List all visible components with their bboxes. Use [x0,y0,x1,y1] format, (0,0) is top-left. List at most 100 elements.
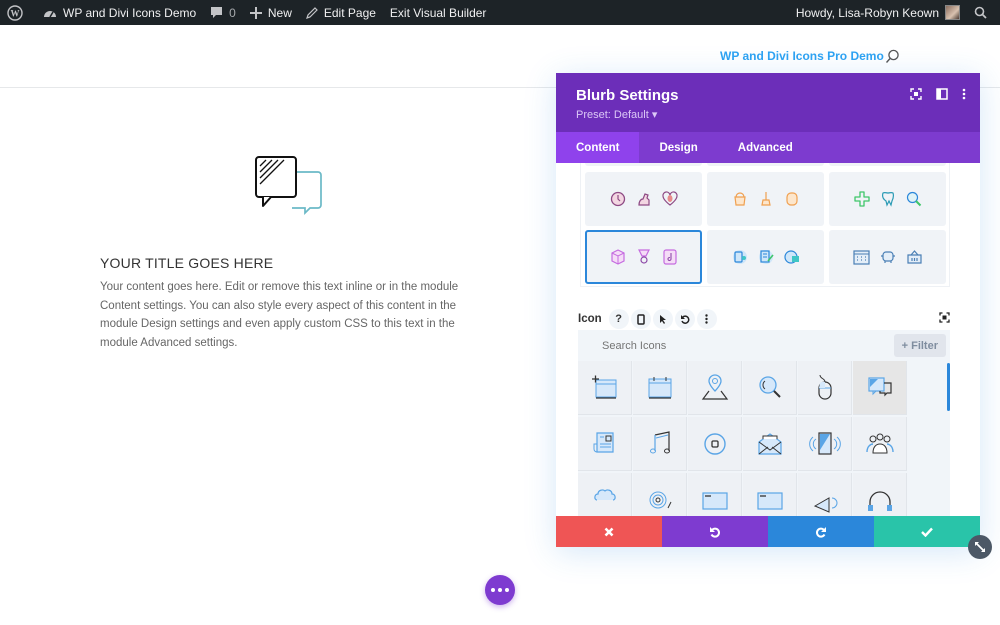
preset-card-cleaning[interactable] [707,172,824,226]
preset-card-objects[interactable] [585,230,702,284]
icon-option[interactable] [578,473,632,516]
exit-visual-builder-link[interactable]: Exit Visual Builder [383,0,494,25]
comments-link[interactable]: 0 [203,0,243,25]
calendar-icon [852,250,870,265]
modal-body: Icon ? + Filter [556,163,980,516]
fullscreen-icon[interactable] [910,88,922,100]
stop-button-icon [704,433,726,455]
hover-button[interactable] [652,309,673,329]
icon-option[interactable] [578,417,632,471]
header-search-icon[interactable] [885,49,900,64]
dice-icon [610,249,625,265]
new-content-link[interactable]: New [243,0,299,25]
avatar [945,5,960,20]
blurb-body[interactable]: Your content goes here. Edit or remove t… [100,278,480,352]
comment-icon [211,7,223,18]
more-options-icon[interactable] [962,88,966,100]
fullscreen-icon [939,312,950,323]
megaphone-icon [813,497,838,513]
page-settings-button[interactable] [485,575,515,605]
help-button[interactable]: ? [608,309,629,329]
blurb-settings-modal: Blurb Settings Preset: Default ▾ Content… [556,73,980,547]
admin-search-button[interactable] [967,0,1000,25]
close-icon [604,527,614,536]
more-options-icon [705,314,708,324]
icon-option[interactable] [688,417,742,471]
icon-option[interactable] [743,361,797,415]
dot-icon [491,588,495,592]
icon-option[interactable] [688,473,742,516]
icon-grid-scrollbar[interactable] [947,363,950,411]
icon-option[interactable] [633,417,687,471]
icon-option[interactable] [798,361,852,415]
greeting: Howdy, Lisa-Robyn Keown [795,5,939,20]
icon-search-input[interactable] [578,330,894,361]
modal-footer [556,516,980,547]
checkmark-icon [921,527,933,537]
globe-screen-icon [783,250,799,264]
preset-dropdown[interactable]: Preset: Default ▾ [576,108,657,121]
redo-button[interactable] [768,516,874,547]
field-options-button[interactable] [696,309,717,329]
preset-card-dental[interactable] [829,172,946,226]
plus-icon [249,6,262,19]
piggy-bank-icon [880,251,895,263]
tab-content[interactable]: Content [556,132,640,163]
tab-design[interactable]: Design [639,132,717,163]
mobile-icon [636,313,645,325]
dog-icon [637,193,650,206]
reset-button[interactable] [674,309,695,329]
tablet-vibrate-icon [809,432,841,455]
phone-settings-icon [732,250,747,264]
question-icon: ? [615,313,622,325]
browser-window-alt-icon [757,492,783,510]
expand-field-button[interactable] [939,312,950,326]
icon-option[interactable] [633,361,687,415]
icon-option[interactable] [853,417,907,471]
icon-option[interactable] [853,473,907,516]
calendar-icon [648,377,672,399]
icon-option[interactable] [743,417,797,471]
preset-card-business[interactable] [829,230,946,284]
preset-card-lifestyle[interactable] [585,172,702,226]
browser-window-icon [702,492,728,510]
comments-count: 0 [229,5,236,20]
preset-card-devices[interactable] [707,230,824,284]
icon-option[interactable] [798,473,852,516]
icon-option[interactable] [798,417,852,471]
chat-bubbles-icon[interactable] [252,152,327,217]
search-tooth-icon [906,191,921,207]
split-view-icon[interactable] [936,88,948,100]
icon-option[interactable] [853,361,907,415]
blurb-title[interactable]: YOUR TITLE GOES HERE [100,255,273,271]
modal-header[interactable]: Blurb Settings Preset: Default ▾ [556,73,980,132]
resize-handle[interactable] [968,535,992,559]
edit-page-link[interactable]: Edit Page [299,0,383,25]
undo-button[interactable] [662,516,768,547]
modal-title: Blurb Settings [576,87,679,104]
undo-icon [710,526,721,538]
music-note-icon [650,431,670,454]
wordpress-logo-button[interactable]: W [0,0,36,25]
new-label: New [267,5,292,20]
cursor-icon [659,315,666,324]
site-title-link[interactable]: WP and Divi Icons Pro Demo [720,49,884,63]
responsive-button[interactable] [630,309,651,329]
site-name-link[interactable]: WP and Divi Icons Demo [36,0,203,25]
icon-option[interactable] [688,361,742,415]
icon-option[interactable] [743,473,797,516]
icon-option[interactable] [633,473,687,516]
tab-advanced[interactable]: Advanced [718,132,813,163]
headphones-icon [868,491,892,511]
icon-option[interactable] [578,361,632,415]
account-menu[interactable]: Howdy, Lisa-Robyn Keown [789,0,967,25]
filter-button[interactable]: + Filter [893,334,946,357]
site-name: WP and Divi Icons Demo [63,5,197,20]
wordpress-icon: W [7,4,23,21]
brain-icon [594,489,616,501]
save-button[interactable] [874,516,980,547]
dot-icon [505,588,509,592]
discard-button[interactable] [556,516,662,547]
brush-icon [760,192,771,206]
sponge-icon [785,192,798,206]
